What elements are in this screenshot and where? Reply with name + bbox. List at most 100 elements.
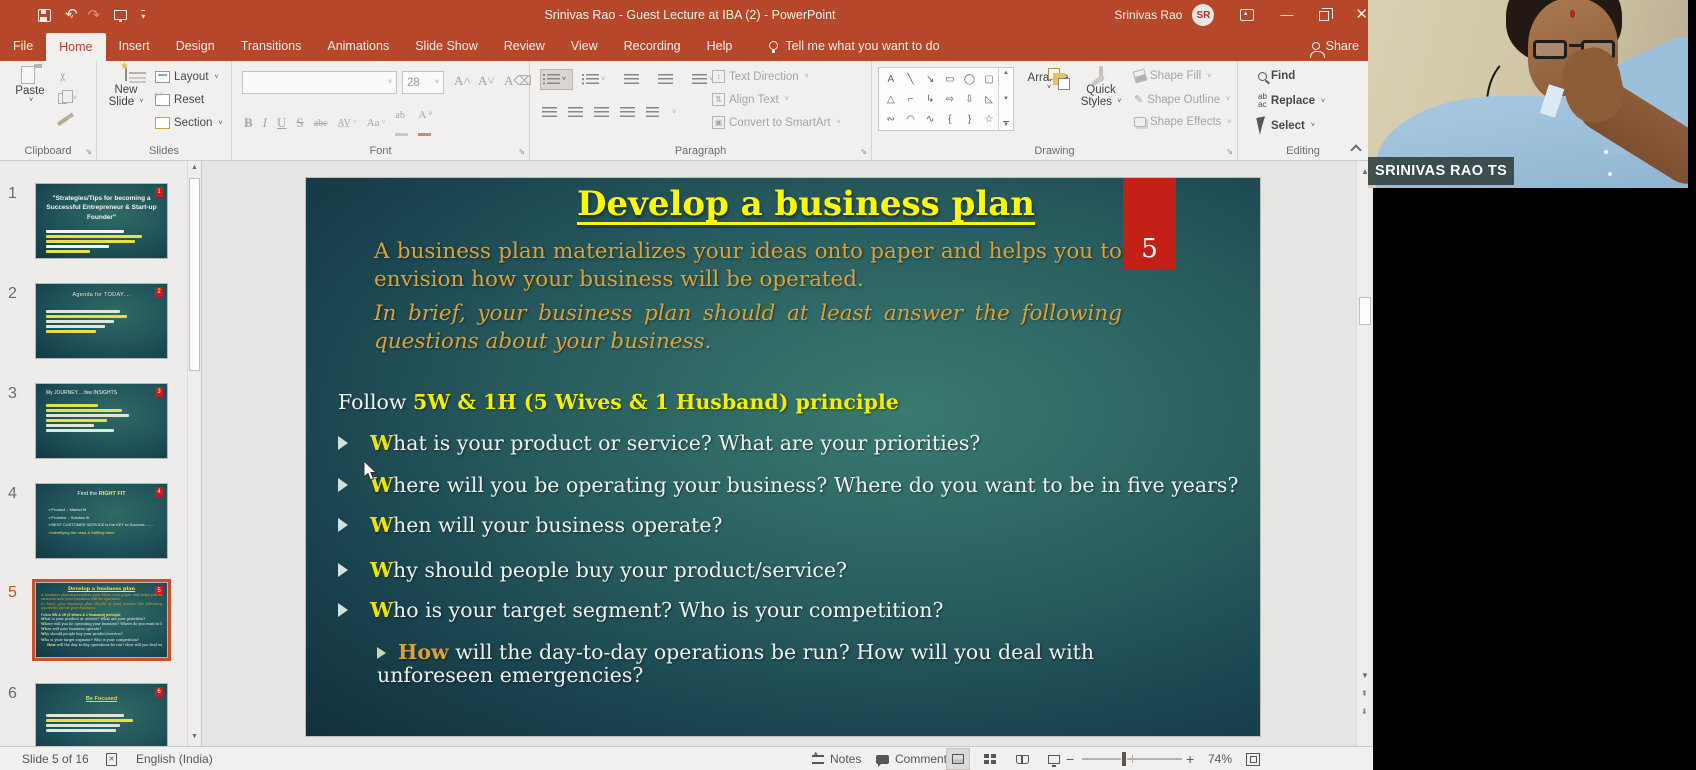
scrollbar-thumb[interactable]: [189, 178, 200, 371]
comments-button[interactable]: Comments: [876, 747, 953, 770]
shape-glyph-6[interactable]: △: [881, 89, 901, 109]
drawing-dialog-launcher[interactable]: ⇘: [1226, 147, 1233, 156]
slide-thumbnail-5-selected[interactable]: 5 Develop a business plan A business pla…: [35, 582, 168, 658]
shape-glyph-5[interactable]: ▢: [979, 69, 999, 89]
shape-glyph-14[interactable]: ∿: [920, 109, 940, 129]
scroll-up-icon[interactable]: ▲: [191, 164, 198, 171]
shape-glyph-11[interactable]: ◺: [979, 89, 999, 109]
reset-button[interactable]: Reset: [155, 94, 204, 106]
slide-canvas[interactable]: 5 Develop a business plan A business pla…: [306, 178, 1260, 736]
save-icon[interactable]: [38, 9, 51, 22]
select-button[interactable]: Select˅: [1258, 117, 1315, 134]
font-dialog-launcher[interactable]: ⇘: [518, 147, 525, 156]
shape-glyph-3[interactable]: ▭: [940, 69, 960, 89]
shape-glyph-1[interactable]: ╲: [901, 69, 921, 89]
shape-effects-button[interactable]: Shape Effects˅: [1134, 116, 1232, 128]
avatar[interactable]: SR: [1192, 4, 1214, 26]
shape-glyph-8[interactable]: ↳: [920, 89, 940, 109]
shape-glyph-10[interactable]: ⇩: [960, 89, 980, 109]
convert-smartart-button[interactable]: ▣Convert to SmartArt˅: [712, 116, 841, 129]
zoom-slider-thumb[interactable]: [1121, 751, 1127, 767]
notes-button[interactable]: Notes: [812, 747, 861, 770]
zoom-in-button[interactable]: +: [1186, 747, 1194, 770]
slide-paragraph-2[interactable]: In brief, your business plan should at l…: [374, 300, 1122, 355]
shape-glyph-0[interactable]: A: [881, 69, 901, 89]
highlight-color-button[interactable]: ab: [395, 105, 408, 141]
shape-glyph-2[interactable]: ↘: [920, 69, 940, 89]
align-text-button[interactable]: ⇅Align Text˅: [712, 93, 789, 106]
shape-outline-button[interactable]: ✎Shape Outline˅: [1134, 93, 1230, 106]
align-center-icon[interactable]: [568, 107, 583, 118]
increase-indent-button[interactable]: [652, 69, 679, 90]
signed-in-user[interactable]: Srinivas Rao: [1114, 8, 1182, 22]
numbering-button[interactable]: ˅: [580, 69, 611, 90]
tab-design[interactable]: Design: [163, 30, 228, 61]
language-indicator[interactable]: English (India): [136, 747, 213, 770]
slide-thumbnail-2[interactable]: 2 Agenda for TODAY....: [35, 283, 168, 359]
font-color-button[interactable]: A˅: [418, 105, 432, 141]
slide-thumbnail-4[interactable]: 4 Find the RIGHT FIT ➢Product – Market f…: [35, 483, 168, 559]
tab-insert[interactable]: Insert: [106, 30, 163, 61]
bold-button[interactable]: B: [244, 115, 253, 131]
slide-sub-bullet[interactable]: How will the day-to-day operations be ru…: [377, 641, 1137, 687]
quick-styles-button[interactable]: Quick Styles ˅: [1076, 68, 1126, 108]
shape-glyph-15[interactable]: {: [940, 109, 960, 129]
strikethrough-button[interactable]: abc: [314, 118, 328, 129]
tab-home[interactable]: Home: [46, 33, 105, 61]
slide-thumbnail-1[interactable]: 1 "Strategies/Tips for becoming a Succes…: [35, 183, 168, 259]
reading-view-button[interactable]: [1010, 748, 1034, 770]
redo-button[interactable]: ↷: [88, 8, 101, 23]
shape-glyph-17[interactable]: ☆: [979, 109, 999, 129]
columns-icon[interactable]: [646, 107, 659, 118]
previous-slide-icon[interactable]: ⇞: [1361, 689, 1368, 698]
shapes-scroll-down-icon[interactable]: ▼: [1003, 96, 1009, 102]
clipboard-dialog-launcher[interactable]: ⇘: [85, 147, 92, 156]
slide-bullet-5[interactable]: Who is your target segment? Who is your …: [338, 598, 944, 622]
tab-review[interactable]: Review: [491, 30, 558, 61]
slideshow-view-button[interactable]: [1042, 748, 1066, 770]
slide-thumbnail-6[interactable]: 6 Be Focused: [35, 683, 168, 746]
shape-glyph-13[interactable]: ◠: [901, 109, 921, 129]
slide-thumbnail-3[interactable]: 3 My JOURNEY.....few INSIGHTS: [35, 383, 168, 459]
next-slide-icon[interactable]: ⇟: [1361, 707, 1368, 716]
slide-bullet-3[interactable]: When will your business operate?: [338, 513, 723, 537]
slide-paragraph-1[interactable]: A business plan materializes your ideas …: [374, 238, 1122, 293]
scroll-down-icon[interactable]: ▼: [1361, 671, 1369, 680]
paste-button[interactable]: Paste ˅: [10, 68, 50, 104]
justify-icon[interactable]: [620, 107, 635, 118]
cut-button[interactable]: ✂: [58, 70, 68, 84]
shape-glyph-16[interactable]: }: [960, 109, 980, 129]
slide-bullet-2[interactable]: Where will you be operating your busines…: [338, 473, 1238, 497]
tab-view[interactable]: View: [558, 30, 611, 61]
text-shadow-button[interactable]: S: [296, 115, 303, 131]
bullets-button[interactable]: ˅: [540, 69, 573, 90]
zoom-out-button[interactable]: −: [1066, 747, 1074, 770]
customize-qat-icon[interactable]: ▾: [141, 10, 145, 21]
shapes-gallery-scrollbar[interactable]: ▲ ▼ ▼: [998, 68, 1013, 130]
align-right-icon[interactable]: [594, 107, 609, 118]
shape-glyph-9[interactable]: ⇨: [940, 89, 960, 109]
undo-button[interactable]: ↶˅: [65, 6, 74, 24]
shape-fill-button[interactable]: Shape Fill˅: [1134, 70, 1211, 82]
tab-file[interactable]: File: [0, 30, 46, 61]
font-size-combo[interactable]: 28˅: [402, 71, 444, 94]
find-button[interactable]: Find: [1258, 70, 1295, 82]
shapes-scroll-up-icon[interactable]: ▲: [1003, 70, 1009, 76]
increase-font-size-button[interactable]: A˄: [454, 73, 471, 89]
shape-glyph-7[interactable]: ⌐: [901, 89, 921, 109]
tab-help[interactable]: Help: [694, 30, 746, 61]
ribbon-display-options-icon[interactable]: [1240, 9, 1254, 21]
scroll-down-icon[interactable]: ▼: [191, 733, 198, 740]
slide-sorter-view-button[interactable]: [978, 748, 1002, 770]
change-case-button[interactable]: Aa˅: [367, 117, 386, 129]
font-name-combo[interactable]: ˅: [242, 71, 397, 94]
section-button[interactable]: Section˅: [155, 117, 222, 129]
clear-formatting-button[interactable]: A⌫: [504, 73, 532, 89]
tab-transitions[interactable]: Transitions: [228, 30, 315, 61]
text-direction-button[interactable]: ↕Text Direction˅: [712, 70, 809, 83]
layout-button[interactable]: Layout˅: [155, 71, 219, 83]
start-slideshow-icon[interactable]: [114, 10, 127, 20]
decrease-font-size-button[interactable]: A˅: [478, 73, 495, 89]
slide-bullet-4[interactable]: Why should people buy your product/servi…: [338, 558, 847, 582]
underline-button[interactable]: U: [277, 115, 286, 131]
